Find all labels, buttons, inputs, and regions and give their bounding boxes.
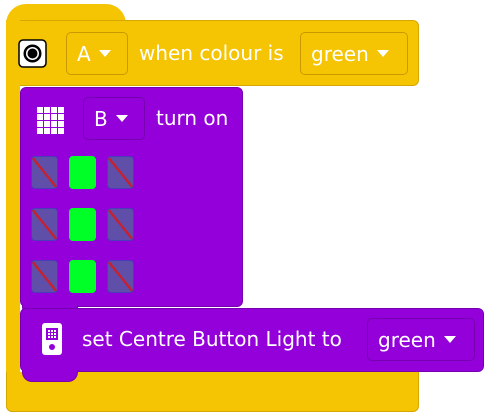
chevron-down-icon [376, 50, 389, 57]
pixel-grid[interactable] [31, 156, 141, 293]
pixel-off[interactable] [107, 260, 134, 293]
pixel-off[interactable] [107, 208, 134, 241]
hub-icon [41, 322, 63, 356]
chevron-down-icon [115, 115, 128, 122]
centre-block-tab [22, 370, 78, 382]
set-centre-button-light-label: set Centre Button Light to [82, 327, 342, 351]
pixel-on[interactable] [69, 208, 96, 241]
chevron-down-icon [98, 50, 111, 57]
when-colour-is-label: when colour is [139, 41, 284, 65]
colour-sensor-icon [18, 39, 47, 68]
hub-port-dropdown[interactable]: A [66, 32, 128, 75]
turn-on-label: turn on [156, 106, 229, 130]
matrix-port-dropdown[interactable]: B [83, 97, 145, 140]
pixel-off[interactable] [31, 208, 58, 241]
colour-dropdown[interactable]: green [300, 32, 408, 75]
pixel-off[interactable] [107, 156, 134, 189]
pixel-off[interactable] [31, 156, 58, 189]
pixel-off[interactable] [31, 260, 58, 293]
light-colour-value: green [378, 327, 436, 352]
hub-port-value: A [77, 41, 91, 66]
light-colour-dropdown[interactable]: green [367, 318, 475, 361]
colour-value: green [311, 41, 369, 66]
matrix-port-value: B [94, 106, 108, 131]
chevron-down-icon [443, 336, 456, 343]
event-block-arm [6, 20, 20, 390]
pixel-on[interactable] [69, 156, 96, 189]
pixel-on[interactable] [69, 260, 96, 293]
light-matrix-icon [36, 106, 65, 135]
